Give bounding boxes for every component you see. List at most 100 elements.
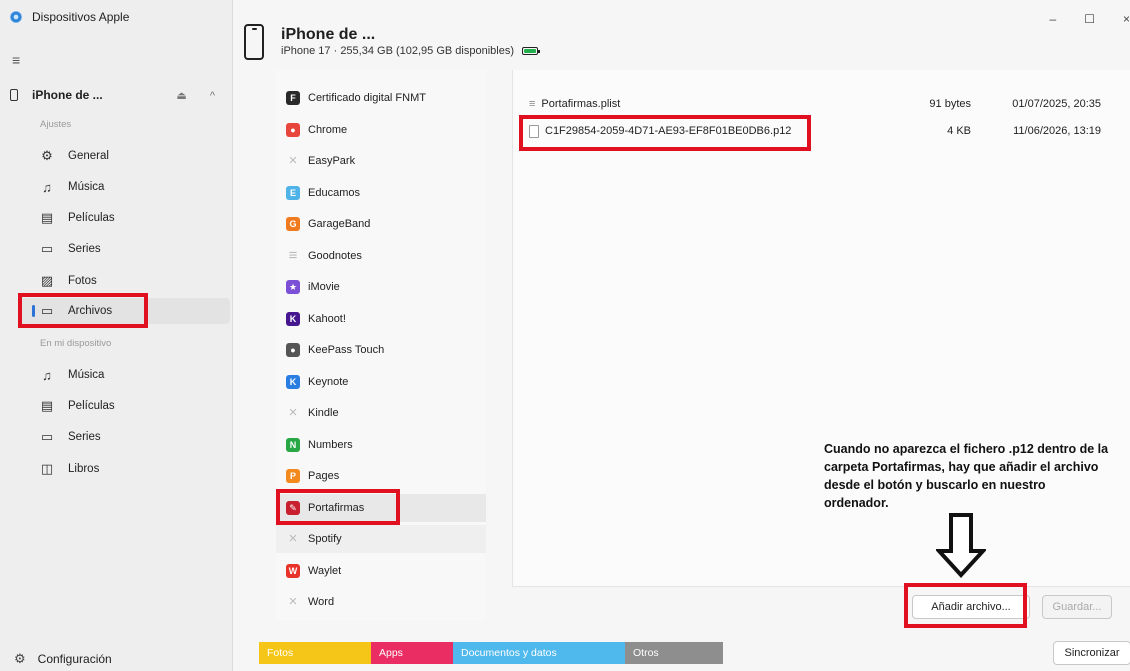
app-item-goodnotes[interactable]: ≡ Goodnotes bbox=[276, 242, 486, 270]
sidebar-item-device-musica[interactable]: ♫ Música bbox=[40, 362, 230, 388]
easypark-app-icon: × bbox=[288, 152, 298, 169]
spotify-app-icon: × bbox=[288, 530, 298, 547]
app-item-label: Kindle bbox=[308, 407, 339, 419]
app-item-label: Educamos bbox=[308, 186, 360, 199]
device-subtitle: iPhone 17 · 255,34 GB (102,95 GB disponi… bbox=[281, 45, 540, 57]
app-item-label: Spotify bbox=[308, 533, 342, 545]
apple-devices-logo-icon bbox=[10, 11, 22, 23]
file-date: 11/06/2026, 13:19 bbox=[1013, 125, 1101, 137]
app-item-educamos[interactable]: E Educamos bbox=[276, 179, 486, 207]
eject-collapse-controls[interactable]: ⏏ ^ bbox=[176, 89, 225, 102]
sidebar-item-series[interactable]: ▭ Series bbox=[40, 236, 230, 262]
storage-segment-fotos: Fotos bbox=[259, 642, 371, 664]
highlight-box-portafirmas bbox=[276, 488, 400, 525]
highlight-box-archivos bbox=[18, 293, 148, 328]
music-note-icon: ♫ bbox=[42, 367, 52, 383]
down-arrow-icon bbox=[936, 513, 986, 578]
tv-icon: ▭ bbox=[40, 241, 54, 256]
sidebar-item-peliculas[interactable]: ▤ Películas bbox=[40, 205, 230, 231]
device-phone-icon bbox=[244, 24, 264, 60]
device-row[interactable]: iPhone de ... ⏏ ^ bbox=[10, 84, 225, 106]
app-item-label: Keynote bbox=[308, 375, 349, 388]
app-title-text: Dispositivos Apple bbox=[32, 10, 130, 24]
sidebar-item-label: Fotos bbox=[68, 275, 97, 287]
film-icon: ▤ bbox=[40, 398, 54, 413]
file-row-plist[interactable]: ≡ Portafirmas.plist 91 bytes 01/07/2025,… bbox=[513, 91, 1130, 117]
sync-button[interactable]: Sincronizar bbox=[1053, 641, 1130, 665]
film-icon: ▤ bbox=[40, 210, 54, 225]
app-item-label: Numbers bbox=[308, 438, 353, 451]
window-controls: – ☐ × bbox=[1050, 12, 1130, 26]
chrome-app-icon: ● bbox=[286, 122, 300, 137]
app-item-kindle[interactable]: × Kindle bbox=[276, 399, 486, 427]
save-button[interactable]: Guardar... bbox=[1042, 595, 1112, 619]
file-name: Portafirmas.plist bbox=[541, 98, 621, 110]
app-item-label: iMovie bbox=[308, 281, 340, 293]
kindle-app-icon: × bbox=[288, 404, 298, 421]
plist-file-icon: ≡ bbox=[529, 98, 536, 110]
storage-segment-documentos-y-datos: Documentos y datos bbox=[453, 642, 625, 664]
app-item-spotify[interactable]: × Spotify bbox=[276, 525, 486, 553]
sidebar-item-label: Libros bbox=[68, 463, 100, 475]
device-name: iPhone de ... bbox=[32, 88, 103, 102]
sidebar-item-musica[interactable]: ♫ Música bbox=[40, 174, 230, 200]
sidebar-item-label: Películas bbox=[68, 400, 115, 412]
storage-bar: Fotos Apps Documentos y datos Otros bbox=[259, 642, 723, 664]
device-title: iPhone de ... bbox=[281, 26, 376, 43]
app-item-label: Pages bbox=[308, 470, 340, 482]
app-item-label: Word bbox=[308, 596, 335, 608]
app-item-garageband[interactable]: G GarageBand bbox=[276, 210, 486, 238]
sidebar-item-general[interactable]: ⚙ General bbox=[40, 143, 230, 169]
music-note-icon: ♫ bbox=[42, 179, 52, 195]
close-button[interactable]: × bbox=[1123, 12, 1130, 26]
sidebar: Dispositivos Apple ≡ iPhone de ... ⏏ ^ A… bbox=[0, 0, 233, 671]
educamos-app-icon: E bbox=[286, 185, 300, 200]
app-item-numbers[interactable]: N Numbers bbox=[276, 431, 486, 459]
book-icon: ◫ bbox=[40, 461, 54, 476]
app-item-keynote[interactable]: K Keynote bbox=[276, 368, 486, 396]
app-item-label: KeePass Touch bbox=[308, 344, 385, 356]
file-size: 91 bytes bbox=[929, 98, 971, 110]
app-item-keepass-touch[interactable]: ● KeePass Touch bbox=[276, 336, 486, 364]
sidebar-item-device-series[interactable]: ▭ Series bbox=[40, 424, 230, 450]
app-item-pages[interactable]: P Pages bbox=[276, 462, 486, 490]
app-item-kahoot[interactable]: K Kahoot! bbox=[276, 305, 486, 333]
photo-icon: ▨ bbox=[40, 273, 54, 288]
tv-icon: ▭ bbox=[40, 429, 54, 444]
app-item-waylet[interactable]: W Waylet bbox=[276, 557, 486, 585]
app-item-label: GarageBand bbox=[308, 218, 371, 230]
minimize-button[interactable]: – bbox=[1050, 12, 1057, 26]
goodnotes-app-icon: ≡ bbox=[288, 246, 298, 264]
settings-button[interactable]: ⚙ Configuración bbox=[14, 651, 112, 667]
app-list[interactable]: F Certificado digital FNMT ● Chrome × EasyPar… bbox=[276, 70, 486, 620]
kahoot-app-icon: K bbox=[286, 311, 300, 326]
app-title: Dispositivos Apple bbox=[10, 10, 129, 24]
sidebar-item-label: General bbox=[68, 150, 109, 162]
main-panel: iPhone de ... iPhone 17 · 255,34 GB (102… bbox=[233, 0, 1130, 671]
garageband-app-icon: G bbox=[286, 217, 300, 231]
app-item-easypark[interactable]: × EasyPark bbox=[276, 147, 486, 175]
sidebar-item-label: Series bbox=[68, 431, 101, 443]
sidebar-item-label: Series bbox=[68, 243, 101, 255]
storage-segment-otros: Otros bbox=[625, 642, 723, 664]
sidebar-item-label: Películas bbox=[68, 212, 115, 224]
pages-app-icon: P bbox=[286, 469, 300, 483]
maximize-button[interactable]: ☐ bbox=[1084, 12, 1095, 26]
app-item-label: EasyPark bbox=[308, 155, 356, 167]
keynote-app-icon: K bbox=[286, 374, 300, 389]
file-name-cell: ≡ Portafirmas.plist bbox=[529, 98, 620, 110]
app-item-imovie[interactable]: ★ iMovie bbox=[276, 273, 486, 301]
certificado-digital-fnmt-app-icon: F bbox=[286, 91, 300, 105]
sidebar-item-fotos[interactable]: ▨ Fotos bbox=[40, 268, 230, 294]
gear-icon: ⚙ bbox=[41, 148, 53, 163]
sidebar-item-device-peliculas[interactable]: ▤ Películas bbox=[40, 393, 230, 419]
menu-icon[interactable]: ≡ bbox=[12, 52, 20, 68]
app-item-label: Waylet bbox=[308, 564, 342, 577]
keepass-touch-app-icon: ● bbox=[286, 343, 300, 357]
app-item-word[interactable]: × Word bbox=[276, 588, 486, 616]
app-item-chrome[interactable]: ● Chrome bbox=[276, 116, 486, 144]
sidebar-item-device-libros[interactable]: ◫ Libros bbox=[40, 456, 230, 482]
section-label-on-device: En mi dispositivo bbox=[40, 338, 112, 349]
settings-label: Configuración bbox=[37, 652, 112, 666]
app-item-certificado-digital-fnmt[interactable]: F Certificado digital FNMT bbox=[276, 84, 486, 112]
